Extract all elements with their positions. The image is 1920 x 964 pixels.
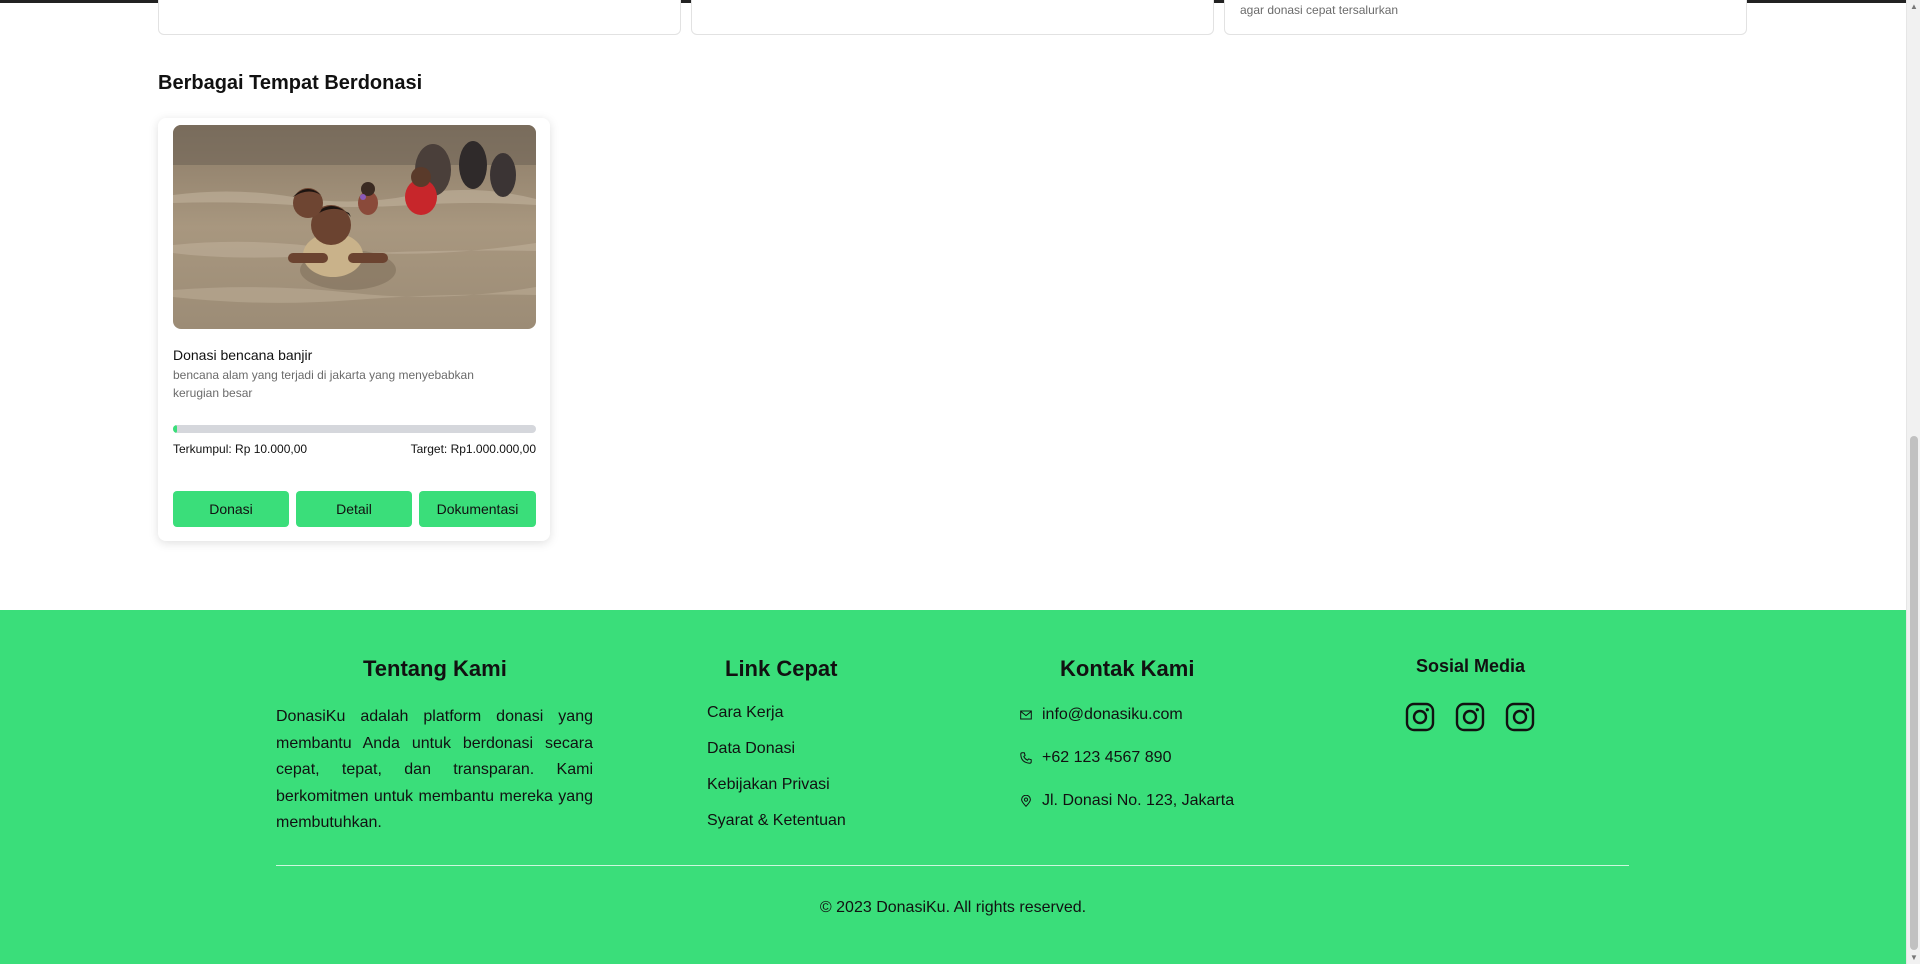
- scroll-down-arrow-icon[interactable]: ▼: [1910, 953, 1918, 962]
- info-card-2: [691, 0, 1214, 35]
- contact-phone-text: +62 123 4567 890: [1042, 748, 1172, 766]
- phone-icon: [1020, 751, 1032, 764]
- quick-links-title: Link Cepat: [725, 656, 838, 681]
- info-card-description: agar donasi cepat tersalurkan: [1240, 3, 1399, 17]
- link-cara-kerja[interactable]: Cara Kerja: [707, 704, 846, 740]
- contact-address-text: Jl. Donasi No. 123, Jakarta: [1042, 791, 1235, 809]
- map-pin-icon: [1021, 794, 1031, 807]
- link-syarat-ketentuan[interactable]: Syarat & Ketentuan: [707, 812, 846, 848]
- instagram-icon[interactable]: [1455, 702, 1485, 732]
- progress-fill: [173, 425, 177, 433]
- flood-photo: [173, 125, 536, 329]
- instagram-icon[interactable]: [1405, 702, 1435, 732]
- documentation-button[interactable]: Dokumentasi: [419, 491, 536, 527]
- section-title: Berbagai Tempat Berdonasi: [158, 72, 423, 94]
- link-data-donasi[interactable]: Data Donasi: [707, 740, 846, 776]
- about-text: DonasiKu adalah platform donasi yang mem…: [276, 708, 593, 831]
- donation-progress-bar: [173, 425, 536, 433]
- scroll-up-arrow-icon[interactable]: ▲: [1910, 2, 1918, 11]
- link-kebijakan-privasi[interactable]: Kebijakan Privasi: [707, 776, 846, 812]
- donate-button[interactable]: Donasi: [173, 491, 289, 527]
- about-title: Tentang Kami: [363, 656, 507, 681]
- contact-email-text: info@donasiku.com: [1042, 705, 1183, 723]
- social-links: [1405, 702, 1535, 732]
- collected-amount: Terkumpul: Rp 10.000,00: [173, 442, 308, 456]
- card-description: bencana alam yang terjadi di jakarta yan…: [173, 368, 474, 400]
- detail-button[interactable]: Detail: [296, 491, 412, 527]
- card-title: Donasi bencana banjir: [173, 347, 313, 363]
- info-card-1: [158, 0, 681, 35]
- contact-phone: +62 123 4567 890: [1020, 736, 1234, 779]
- contact-email: info@donasiku.com: [1020, 693, 1234, 736]
- copyright: © 2023 DonasiKu. All rights reserved.: [819, 899, 1087, 916]
- contact-title: Kontak Kami: [1060, 656, 1195, 681]
- donation-card: Donasi bencana banjir bencana alam yang …: [158, 118, 550, 541]
- vertical-scrollbar[interactable]: ▲ ▼: [1906, 0, 1920, 964]
- scrollbar-thumb[interactable]: [1910, 436, 1918, 950]
- footer: Tentang Kami DonasiKu adalah platform do…: [0, 610, 1906, 964]
- info-card-3: agar donasi cepat tersalurkan: [1224, 0, 1747, 35]
- contact-address: Jl. Donasi No. 123, Jakarta: [1020, 779, 1234, 822]
- social-media-title: Sosial Media: [1416, 656, 1526, 676]
- quick-links-list: Cara Kerja Data Donasi Kebijakan Privasi…: [707, 704, 846, 848]
- instagram-icon[interactable]: [1505, 702, 1535, 732]
- mail-icon: [1020, 710, 1032, 719]
- target-amount: Target: Rp1.000.000,00: [410, 442, 536, 456]
- footer-divider: [276, 865, 1629, 866]
- contact-list: info@donasiku.com +62 123 4567 890 Jl. D…: [1020, 704, 1234, 822]
